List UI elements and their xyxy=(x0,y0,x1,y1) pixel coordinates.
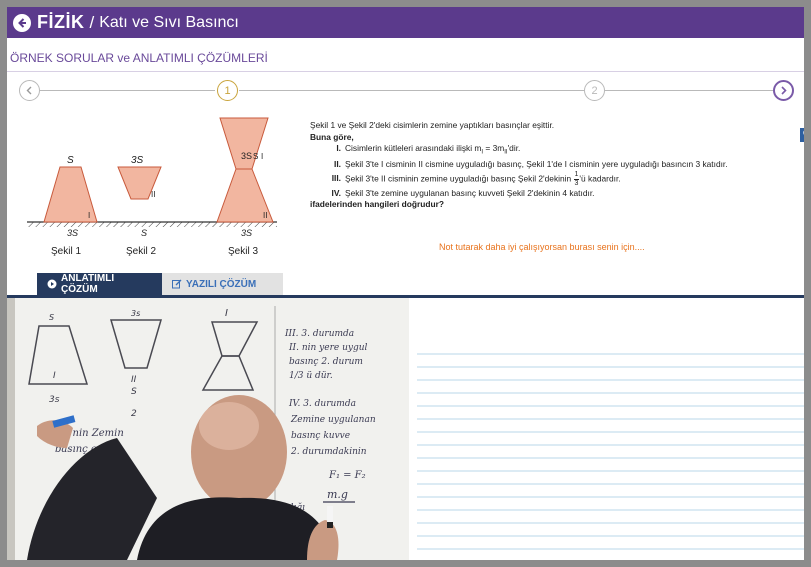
statement-text: Şekil 3'te I cisminin II cismine uygulad… xyxy=(345,159,728,170)
board-label: S xyxy=(131,387,137,397)
ruled-lines xyxy=(417,353,804,550)
statement-text: 'dir. xyxy=(507,143,521,153)
board-note: IV. 3. durumda xyxy=(288,399,356,409)
question-intro: Şekil 1 ve Şekil 2'deki cisimlerin zemin… xyxy=(310,120,555,130)
statement-1: I. Cisimlerin kütleleri arasındaki ilişk… xyxy=(313,143,788,159)
stepper-line xyxy=(604,90,773,91)
question-stepper: 1 2 xyxy=(7,80,804,110)
title-bar: FİZİK / Katı ve Sıvı Basıncı xyxy=(7,7,804,38)
statement-number: II. xyxy=(334,159,341,170)
title-separator: / xyxy=(89,12,95,32)
board-note: basınç 2. durum xyxy=(289,357,363,367)
section-title: ÖRNEK SORULAR ve ANLATIMLI ÇÖZÜMLERİ xyxy=(10,51,268,65)
statement-number: I. xyxy=(336,143,341,153)
board-note: II. nin yere uygul xyxy=(288,343,368,353)
note-area[interactable] xyxy=(417,298,804,560)
caption-sekil-1: Şekil 1 xyxy=(51,246,81,257)
question-lead: Buna göre, xyxy=(310,131,354,142)
step-1[interactable]: 1 xyxy=(217,80,238,101)
label-roman-2: II xyxy=(151,190,155,199)
edit-icon xyxy=(172,279,182,289)
subject-title: FİZİK xyxy=(37,12,85,32)
statement-text: Şekil 3'te II cisminin zemine uyguladığı… xyxy=(345,173,574,184)
label-s: S xyxy=(253,152,258,161)
chevron-left-icon xyxy=(26,86,32,95)
board-note: 2. durumdakinin xyxy=(290,447,367,457)
tab-label: ANLATIMLI ÇÖZÜM xyxy=(61,273,115,295)
stepper-line xyxy=(40,90,215,91)
board-label: 2 xyxy=(131,409,137,419)
caption-sekil-3: Şekil 3 xyxy=(228,246,258,257)
stepper-line xyxy=(239,90,584,91)
chevron-right-icon xyxy=(781,86,787,95)
topic-title: Katı ve Sıvı Basıncı xyxy=(99,13,239,31)
tab-anlatimli-cozum[interactable]: ANLATIMLI ÇÖZÜM xyxy=(37,273,162,295)
statement-text: Cisimlerin kütleleri arasındaki ilişki m xyxy=(345,143,482,153)
prev-button[interactable] xyxy=(19,80,40,101)
board-note: basınç kuvve xyxy=(291,431,350,441)
side-tab[interactable]: O xyxy=(800,128,804,142)
board-note: III. 3. durumda xyxy=(284,329,354,339)
shape-3-top xyxy=(219,117,269,170)
label-roman-1: I xyxy=(88,211,90,220)
statement-2: II. Şekil 3'te I cisminin II cismine uyg… xyxy=(313,159,788,171)
label-s: S xyxy=(67,155,74,166)
label-3s: 3S xyxy=(241,228,252,238)
board-equation: F₁ = F₂ xyxy=(328,470,366,481)
question-figure: S 3S 3S S I II I II 3S S 3S Şekil 1 Şeki… xyxy=(27,117,277,257)
label-3s: 3S xyxy=(67,228,78,238)
label-roman-1: I xyxy=(261,152,263,161)
back-button[interactable] xyxy=(13,13,31,32)
statement-number: IV. xyxy=(331,187,341,198)
board-label: 3s xyxy=(49,395,60,405)
statement-4: IV. Şekil 3'te zemine uygulanan basınç k… xyxy=(313,188,788,200)
next-button[interactable] xyxy=(773,80,794,101)
board-label: I xyxy=(225,308,228,319)
question-ask: ifadelerinden hangileri doğrudur? xyxy=(310,199,445,210)
fraction-denominator: 3 xyxy=(574,179,579,187)
statement-text: Şekil 3'te zemine uygulanan basınç kuvve… xyxy=(345,187,595,198)
board-label: S xyxy=(49,313,54,322)
board-note: Zemine uygulanan xyxy=(290,415,376,425)
question-text: Şekil 1 ve Şekil 2'deki cisimlerin zemin… xyxy=(310,120,788,211)
app-window: FİZİK / Katı ve Sıvı Basıncı ÖRNEK SORUL… xyxy=(7,7,804,560)
statement-3: III. Şekil 3'te II cisminin zemine uygul… xyxy=(313,171,788,188)
note-hint: Not tutarak daha iyi çalışıyorsan burası… xyxy=(439,242,645,252)
whiteboard-video-frame: S 3s I I II S 3s 2 III. 3. durumda II. n… xyxy=(7,298,409,560)
board-label: II xyxy=(131,375,137,385)
solution-tabs: ANLATIMLI ÇÖZÜM YAZILI ÇÖZÜM xyxy=(37,273,283,295)
board-equation: m.g xyxy=(327,488,348,501)
tab-label: YAZILI ÇÖZÜM xyxy=(186,278,257,290)
play-circle-icon xyxy=(47,279,57,289)
board-label: I xyxy=(53,371,56,381)
step-2[interactable]: 2 xyxy=(584,80,605,101)
caption-sekil-2: Şekil 2 xyxy=(126,246,156,257)
board-label: 3s xyxy=(131,309,140,318)
label-roman-2: II xyxy=(263,211,267,220)
ground xyxy=(27,222,277,227)
video-player[interactable]: S 3s I I II S 3s 2 III. 3. durumda II. n… xyxy=(7,298,409,560)
label-s: S xyxy=(141,228,147,238)
section-divider xyxy=(7,71,804,72)
tab-yazili-cozum[interactable]: YAZILI ÇÖZÜM xyxy=(162,273,283,295)
arrow-left-circle-icon xyxy=(18,17,26,28)
label-3s: 3S xyxy=(241,151,252,161)
statement-text: 'ü kadardır. xyxy=(579,173,621,184)
board-note: 1/3 ü dür. xyxy=(289,371,333,381)
statement-text: = 3m xyxy=(483,143,505,153)
statement-number: III. xyxy=(331,173,341,184)
label-3s: 3S xyxy=(131,155,144,166)
